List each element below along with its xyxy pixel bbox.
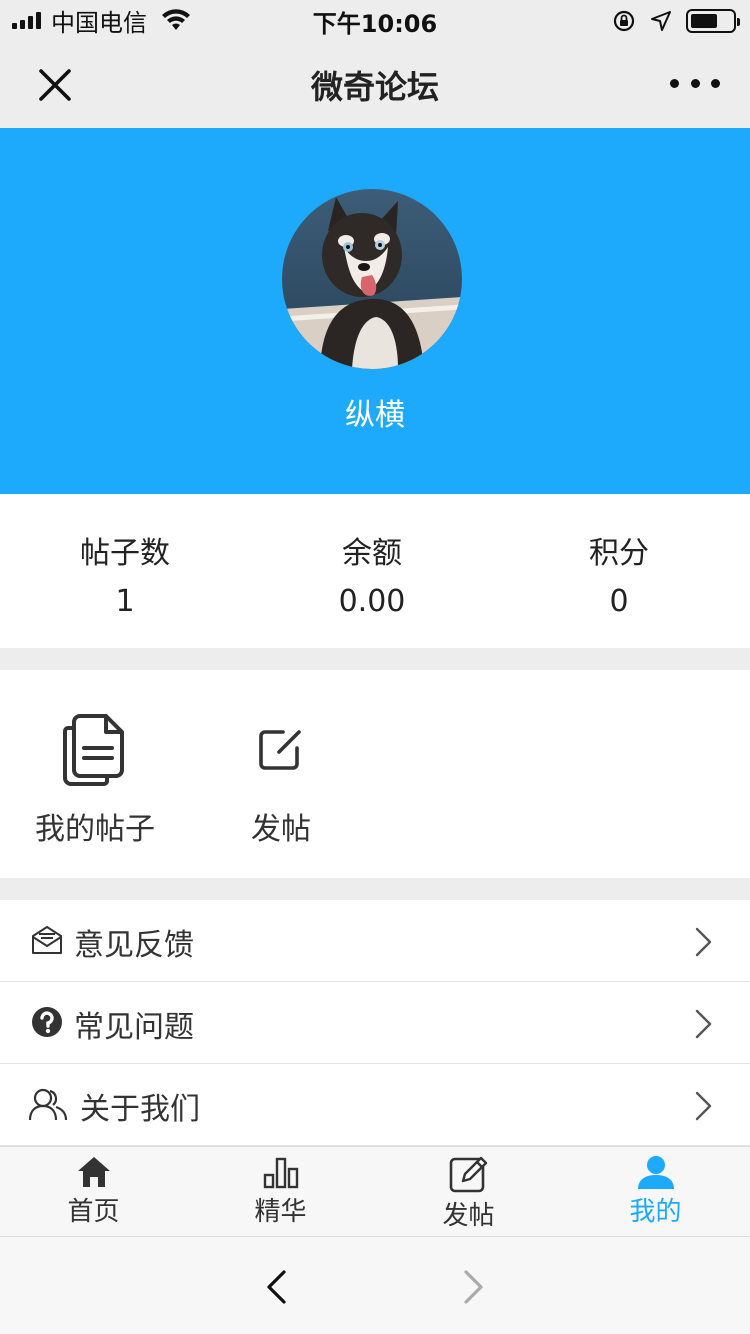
husky-dog-avatar xyxy=(282,189,462,369)
menu-label: 常见问题 xyxy=(74,1010,194,1045)
action-grid: 我的帖子 发帖 xyxy=(0,670,750,878)
person-icon xyxy=(637,1156,674,1189)
users-icon xyxy=(28,1088,68,1121)
chevron-right-icon xyxy=(695,1009,712,1039)
chevron-right-icon xyxy=(695,927,712,957)
tab-home[interactable]: 首页 xyxy=(0,1147,187,1237)
profile-header: 纵横 xyxy=(0,128,750,494)
feedback-mail-icon xyxy=(32,926,62,954)
question-circle-icon xyxy=(32,1007,62,1037)
tab-label: 我的 xyxy=(629,1197,682,1227)
edit-square-icon xyxy=(449,1156,487,1193)
username: 纵横 xyxy=(345,398,405,433)
menu-item-faq[interactable]: 常见问题 xyxy=(0,982,750,1064)
stat-value: 0 xyxy=(609,584,629,619)
stat-value: 0.00 xyxy=(338,584,406,619)
menu-item-feedback[interactable]: 意见反馈 xyxy=(0,900,750,982)
tab-mine[interactable]: 我的 xyxy=(562,1147,749,1237)
back-arrow-icon[interactable] xyxy=(262,1269,290,1305)
browser-toolbar xyxy=(0,1236,750,1334)
menu-label: 关于我们 xyxy=(80,1092,200,1127)
location-icon xyxy=(651,11,671,31)
stat-value: 1 xyxy=(115,584,135,619)
edit-icon xyxy=(259,730,301,770)
avatar[interactable] xyxy=(282,189,462,369)
my-posts-button[interactable]: 我的帖子 xyxy=(0,714,190,848)
stat-label: 余额 xyxy=(342,536,402,571)
forward-arrow-icon[interactable] xyxy=(460,1269,488,1305)
chevron-right-icon xyxy=(695,1091,712,1121)
stat-points[interactable]: 积分 0 xyxy=(494,528,744,619)
tab-featured[interactable]: 精华 xyxy=(187,1147,374,1237)
home-icon xyxy=(77,1157,110,1187)
stats-panel: 帖子数 1 余额 0.00 积分 0 xyxy=(0,494,750,648)
stat-label: 积分 xyxy=(589,536,649,571)
tab-label: 发帖 xyxy=(442,1201,495,1231)
bar-chart-icon xyxy=(263,1157,298,1189)
status-bar: 中国电信 下午10:06 xyxy=(0,0,750,40)
tab-post[interactable]: 发帖 xyxy=(375,1147,562,1237)
stat-posts[interactable]: 帖子数 1 xyxy=(0,528,250,619)
stat-label: 帖子数 xyxy=(80,536,170,571)
tab-label: 精华 xyxy=(254,1197,307,1227)
menu-list: 意见反馈 常见问题 关于我们 xyxy=(0,900,750,1146)
my-posts-label: 我的帖子 xyxy=(35,812,155,847)
tab-label: 首页 xyxy=(67,1197,120,1227)
page-title: 微奇论坛 xyxy=(310,68,439,106)
menu-label: 意见反馈 xyxy=(74,928,194,963)
rotation-lock-icon xyxy=(613,10,635,32)
new-post-label: 发帖 xyxy=(251,812,311,847)
new-post-button[interactable]: 发帖 xyxy=(186,714,376,848)
battery-icon xyxy=(686,9,740,33)
nav-bar: 微奇论坛 xyxy=(0,40,750,128)
menu-item-about[interactable]: 关于我们 xyxy=(0,1064,750,1146)
status-bar-right xyxy=(612,8,740,34)
tab-bar: 首页 精华 发帖 我的 xyxy=(0,1146,750,1236)
more-icon[interactable] xyxy=(670,68,720,98)
documents-icon xyxy=(63,714,124,786)
stat-balance[interactable]: 余额 0.00 xyxy=(247,528,497,619)
